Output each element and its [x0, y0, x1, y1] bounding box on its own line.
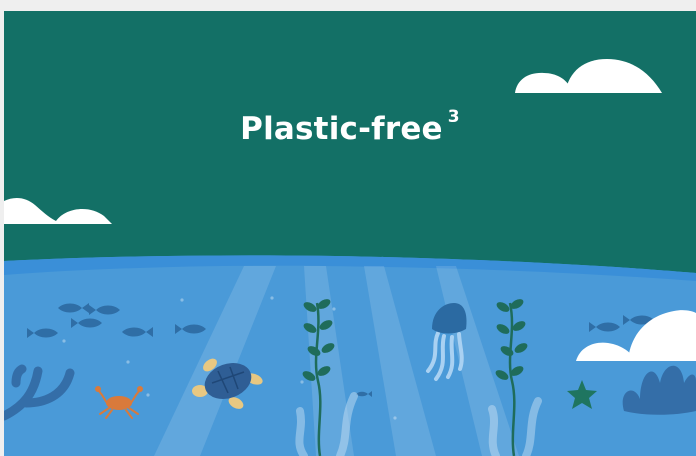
title-superscript: 3	[447, 106, 460, 127]
title-text: Plastic-free	[240, 111, 443, 147]
ocean-scene	[4, 11, 696, 456]
seaweed-shadow	[295, 407, 308, 456]
seaweed-shadow	[488, 405, 500, 456]
slide-title: Plastic-free 3	[4, 107, 696, 147]
slide-canvas: Plastic-free 3	[4, 11, 696, 456]
